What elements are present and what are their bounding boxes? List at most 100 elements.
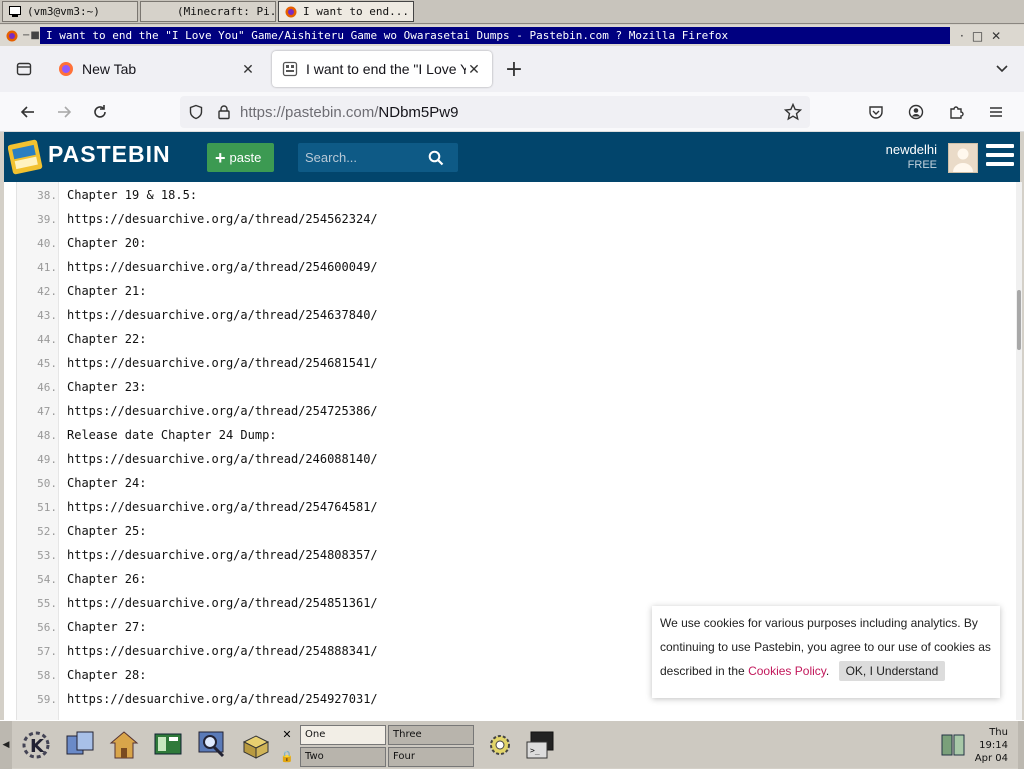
home-folder-button[interactable]: [104, 725, 144, 765]
clock[interactable]: Thu 19:14 Apr 04: [975, 726, 1008, 765]
tab-new-tab[interactable]: New Tab ✕: [48, 51, 266, 87]
code-line-text[interactable]: Chapter 26:: [67, 572, 146, 586]
close-tab-icon[interactable]: ✕: [240, 61, 256, 78]
window-menu[interactable]: −■: [0, 30, 40, 42]
desktop-four[interactable]: Four: [388, 747, 474, 767]
pin-icon[interactable]: −■: [22, 30, 40, 41]
code-line-text[interactable]: https://desuarchive.org/a/thread/2546815…: [67, 356, 378, 370]
close-icon[interactable]: ✕: [278, 724, 296, 746]
account-button[interactable]: [898, 96, 934, 128]
pocket-button[interactable]: [858, 96, 894, 128]
code-line-text[interactable]: Chapter 27:: [67, 620, 146, 634]
code-line-text[interactable]: https://desuarchive.org/a/thread/2548883…: [67, 644, 378, 658]
code-line-text[interactable]: https://desuarchive.org/a/thread/2460881…: [67, 452, 378, 466]
lock-icon[interactable]: 🔒: [278, 746, 296, 768]
code-line-text[interactable]: Chapter 21:: [67, 284, 146, 298]
search-input[interactable]: [298, 150, 428, 165]
pocket-icon: [869, 106, 883, 119]
settings-button[interactable]: [480, 725, 520, 765]
code-line-text[interactable]: Chapter 22:: [67, 332, 146, 346]
forward-arrow-icon: [58, 105, 72, 118]
tab-pastebin[interactable]: I want to end the "I Love You" Game ✕: [272, 51, 492, 87]
code-line-text[interactable]: https://desuarchive.org/a/thread/2545623…: [67, 212, 378, 226]
line-number: 42.: [37, 284, 57, 298]
reload-button[interactable]: [82, 96, 118, 128]
list-all-tabs-button[interactable]: [994, 60, 1010, 80]
code-line-text[interactable]: Chapter 24:: [67, 476, 146, 490]
page-scrollbar[interactable]: [1016, 182, 1022, 720]
minimize-icon[interactable]: ·: [960, 29, 964, 43]
firefox-view-button[interactable]: [0, 61, 48, 77]
code-line: 54. Chapter 26:: [17, 567, 1007, 591]
code-line-text[interactable]: Chapter 19 & 18.5:: [67, 188, 197, 202]
line-number: 39.: [37, 212, 57, 226]
site-menu-button[interactable]: [986, 144, 1014, 171]
menu-bar: [986, 153, 1014, 157]
username[interactable]: newdelhi: [886, 142, 937, 157]
code-line-text[interactable]: Chapter 28:: [67, 668, 146, 682]
pager-controls: ✕ 🔒: [278, 724, 296, 768]
cookie-accept-button[interactable]: OK, I Understand: [838, 661, 946, 681]
search-tool-button[interactable]: [192, 725, 232, 765]
task-firefox[interactable]: I want to end...: [278, 1, 414, 22]
new-paste-button[interactable]: + paste: [207, 143, 274, 172]
code-line-text[interactable]: https://desuarchive.org/a/thread/2547645…: [67, 500, 378, 514]
back-button[interactable]: [10, 96, 46, 128]
k-menu-button[interactable]: K: [16, 725, 56, 765]
line-number: 47.: [37, 404, 57, 418]
code-line-text[interactable]: https://desuarchive.org/a/thread/2546378…: [67, 308, 378, 322]
archive-tool-button[interactable]: [236, 725, 276, 765]
url-text[interactable]: https://pastebin.com/NDbm5Pw9: [240, 104, 458, 121]
desktop-two[interactable]: Two: [300, 747, 386, 767]
maximize-icon[interactable]: □: [972, 29, 983, 43]
account-icon: [908, 104, 924, 120]
new-tab-button[interactable]: +: [496, 57, 532, 82]
code-line-text[interactable]: Chapter 25:: [67, 524, 146, 538]
pastebin-logo-icon[interactable]: [8, 138, 44, 176]
line-number: 38.: [37, 188, 57, 202]
close-icon[interactable]: ✕: [991, 29, 1001, 43]
cookies-policy-link[interactable]: Cookies Policy: [748, 664, 826, 678]
lock-icon[interactable]: [216, 104, 232, 120]
control-center-button[interactable]: [148, 725, 188, 765]
line-number: 59.: [37, 692, 57, 706]
extensions-button[interactable]: [938, 96, 974, 128]
window-list-button[interactable]: [60, 725, 100, 765]
desktop-three[interactable]: Three: [388, 725, 474, 745]
terminal-icon: [9, 5, 21, 17]
clock-day: Thu: [989, 727, 1008, 738]
user-info[interactable]: newdelhi FREE: [886, 142, 937, 171]
task-minecraft[interactable]: (Minecraft: Pi...: [140, 1, 276, 22]
tracking-shield-icon[interactable]: [188, 104, 204, 120]
close-tab-icon[interactable]: ✕: [466, 61, 482, 78]
search-icon[interactable]: [428, 150, 444, 166]
toolbox-icon: [242, 734, 270, 759]
app-menu-button[interactable]: [978, 96, 1014, 128]
task-label: (vm3@vm3:~): [27, 5, 100, 18]
cookie-suffix: .: [825, 664, 830, 678]
panel-hide-left-icon[interactable]: ◀: [0, 720, 12, 769]
desktop-one[interactable]: One: [300, 725, 386, 745]
code-line-text[interactable]: https://desuarchive.org/a/thread/2549270…: [67, 692, 378, 706]
code-line-text[interactable]: https://desuarchive.org/a/thread/2548513…: [67, 596, 378, 610]
panel-hide-right-icon[interactable]: [1018, 721, 1024, 769]
forward-button[interactable]: [46, 96, 82, 128]
code-line-text[interactable]: https://desuarchive.org/a/thread/2548083…: [67, 548, 378, 562]
terminal-button[interactable]: >_: [522, 725, 562, 765]
wm-taskbar: (vm3@vm3:~) (Minecraft: Pi... I want to …: [0, 0, 1024, 24]
network-tray-icon[interactable]: [940, 731, 966, 759]
task-terminal[interactable]: (vm3@vm3:~): [2, 1, 138, 22]
window-titlebar[interactable]: −■ I want to end the "I Love You" Game/A…: [0, 25, 1024, 46]
tab-strip: New Tab ✕ I want to end the "I Love You"…: [0, 46, 1024, 92]
bookmark-star-icon[interactable]: [784, 103, 802, 121]
code-line-text[interactable]: https://desuarchive.org/a/thread/2546000…: [67, 260, 378, 274]
code-line-text[interactable]: Chapter 20:: [67, 236, 146, 250]
code-line-text[interactable]: Release date Chapter 24 Dump:: [67, 428, 277, 442]
code-line-text[interactable]: https://desuarchive.org/a/thread/2547253…: [67, 404, 378, 418]
scrollbar-thumb[interactable]: [1017, 290, 1021, 350]
code-line-text[interactable]: Chapter 23:: [67, 380, 146, 394]
magnifier-monitor-icon: [198, 731, 225, 757]
url-bar[interactable]: https://pastebin.com/NDbm5Pw9: [180, 96, 810, 128]
avatar[interactable]: [948, 143, 978, 173]
pastebin-logo-text[interactable]: PASTEBIN: [48, 141, 171, 168]
